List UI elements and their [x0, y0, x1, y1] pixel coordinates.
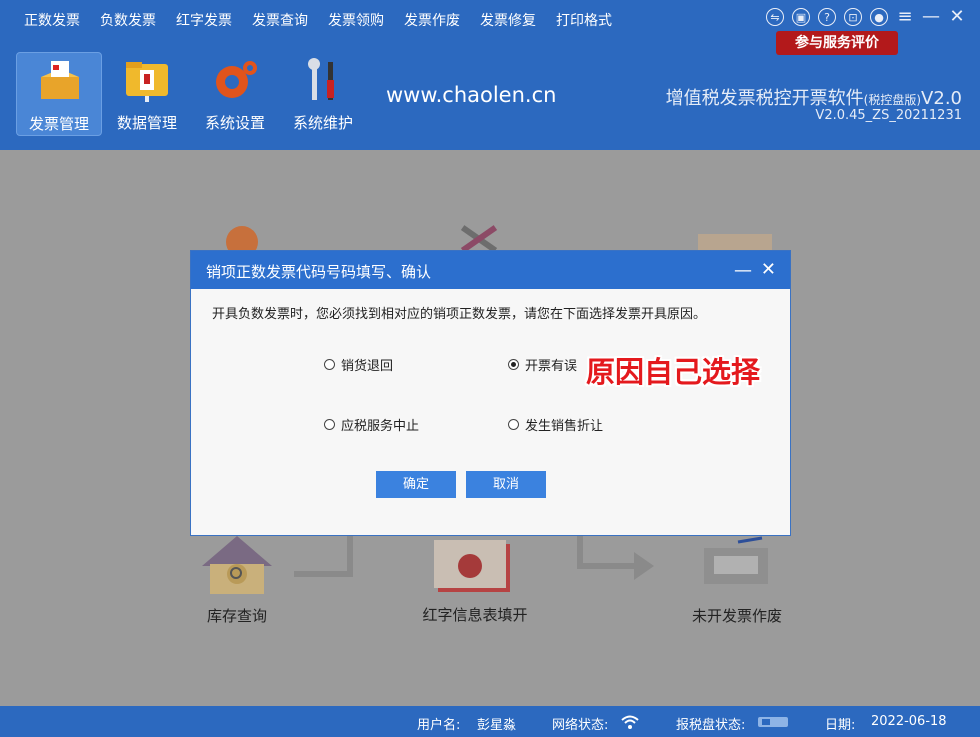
close-icon[interactable]: ✕ [761, 259, 776, 280]
minimize-icon[interactable]: — [922, 8, 940, 26]
product-edition: (税控盘版) [863, 93, 922, 107]
inventory-icon [202, 536, 272, 594]
menu-invoice-repair[interactable]: 发票修复 [480, 10, 536, 30]
tool-system-maintenance[interactable]: 系统维护 [280, 52, 366, 136]
radio-button[interactable] [324, 419, 335, 430]
tax-disk-icon [758, 717, 788, 727]
ok-button[interactable]: 确定 [376, 471, 456, 498]
help-icon[interactable]: ? [818, 8, 836, 26]
tool-system-settings[interactable]: 系统设置 [192, 52, 278, 136]
option-label: 应税服务中止 [341, 419, 420, 434]
menu-red-invoice[interactable]: 红字发票 [176, 10, 232, 30]
build-version: V2.0.45_ZS_20211231 [815, 108, 962, 123]
flow-arrow-icon [577, 534, 654, 580]
option-label: 开票有误 [525, 359, 578, 374]
option-service-suspended[interactable]: 应税服务中止 [324, 415, 419, 434]
menu-invoice-purchase[interactable]: 发票领购 [328, 10, 384, 30]
radio-button-checked[interactable] [508, 359, 519, 370]
void-invoice-icon [704, 536, 768, 584]
user-name: 彭星淼 [477, 718, 517, 733]
red-info-form-label[interactable]: 红字信息表填开 [418, 605, 532, 626]
tool-invoice-management[interactable]: 发票管理 [16, 52, 102, 136]
menu-print-format[interactable]: 打印格式 [556, 10, 612, 30]
wifi-icon [621, 715, 639, 729]
tax-disk-status-label: 报税盘状态: [676, 718, 746, 733]
menu-invoice-query[interactable]: 发票查询 [252, 10, 308, 30]
option-label: 发生销售折让 [525, 419, 604, 434]
inventory-query-label[interactable]: 库存查询 [195, 605, 279, 626]
feedback-icon[interactable]: ▣ [792, 8, 810, 26]
lock-icon[interactable]: ⊡ [844, 8, 862, 26]
user-label: 用户名: [417, 718, 461, 733]
switch-icon[interactable]: ⇋ [766, 8, 784, 26]
invoice-confirm-dialog: 销项正数发票代码号码填写、确认 — ✕ 开具负数发票时，您必须找到相对应的销项正… [190, 250, 791, 536]
cancel-button[interactable]: 取消 [466, 471, 546, 498]
menu-negative-invoice[interactable]: 负数发票 [100, 10, 156, 30]
tool-label: 系统设置 [204, 114, 265, 132]
app-header: 正数发票 负数发票 红字发票 发票查询 发票领购 发票作废 发票修复 打印格式 … [0, 0, 980, 150]
tool-data-management[interactable]: 数据管理 [104, 52, 190, 136]
void-unissued-label[interactable]: 未开发票作废 [680, 605, 794, 626]
invoice-box-icon [41, 61, 79, 99]
option-sales-discount[interactable]: 发生销售折让 [508, 415, 603, 434]
dialog-title: 销项正数发票代码号码填写、确认 [206, 263, 432, 281]
window-controls: ⇋ ▣ ? ⊡ ● ≡ — ✕ [766, 8, 966, 26]
close-icon[interactable]: ✕ [948, 8, 966, 26]
minimize-icon[interactable]: — [734, 260, 752, 281]
date-label: 日期: [825, 718, 856, 733]
menu-invoice-void[interactable]: 发票作废 [404, 10, 460, 30]
option-invoice-error[interactable]: 开票有误 [508, 355, 577, 374]
tool-label: 数据管理 [116, 114, 177, 132]
red-form-icon [434, 540, 510, 592]
status-bar: 用户名: 彭星淼 网络状态: 报税盘状态: 日期: 2022-06-18 [0, 706, 980, 737]
folder-icon [126, 62, 168, 102]
dialog-message: 开具负数发票时，您必须找到相对应的销项正数发票，请您在下面选择发票开具原因。 [212, 307, 707, 322]
menu-icon[interactable]: ≡ [896, 8, 914, 26]
website-url: www.chaolen.cn [386, 83, 557, 107]
product-name: 增值税发票税控开票软件(税控盘版)V2.0 [666, 84, 962, 110]
option-label: 销货退回 [341, 359, 394, 374]
service-evaluation-button[interactable]: 参与服务评价 [776, 31, 898, 55]
flow-arrow-icon [294, 536, 353, 577]
radio-button[interactable] [324, 359, 335, 370]
network-status-label: 网络状态: [552, 718, 609, 733]
option-sales-return[interactable]: 销货退回 [324, 355, 393, 374]
radio-button[interactable] [508, 419, 519, 430]
menu-positive-invoice[interactable]: 正数发票 [24, 10, 80, 30]
main-menu: 正数发票 负数发票 红字发票 发票查询 发票领购 发票作废 发票修复 打印格式 [0, 0, 622, 40]
tool-label: 系统维护 [292, 114, 353, 132]
product-title: 增值税发票税控开票软件 [665, 88, 864, 109]
user-icon[interactable]: ● [870, 8, 888, 26]
main-toolbar: 发票管理 数据管理 系统设置 系统维护 [16, 52, 368, 136]
product-version: V2.0 [921, 88, 962, 109]
annotation-text: 原因自己选择 [586, 355, 761, 389]
gear-icon [216, 61, 257, 98]
tools-icon [308, 58, 334, 100]
dialog-header: 销项正数发票代码号码填写、确认 — ✕ [191, 251, 790, 289]
tool-label: 发票管理 [28, 115, 89, 133]
date-value: 2022-06-18 [871, 714, 947, 729]
